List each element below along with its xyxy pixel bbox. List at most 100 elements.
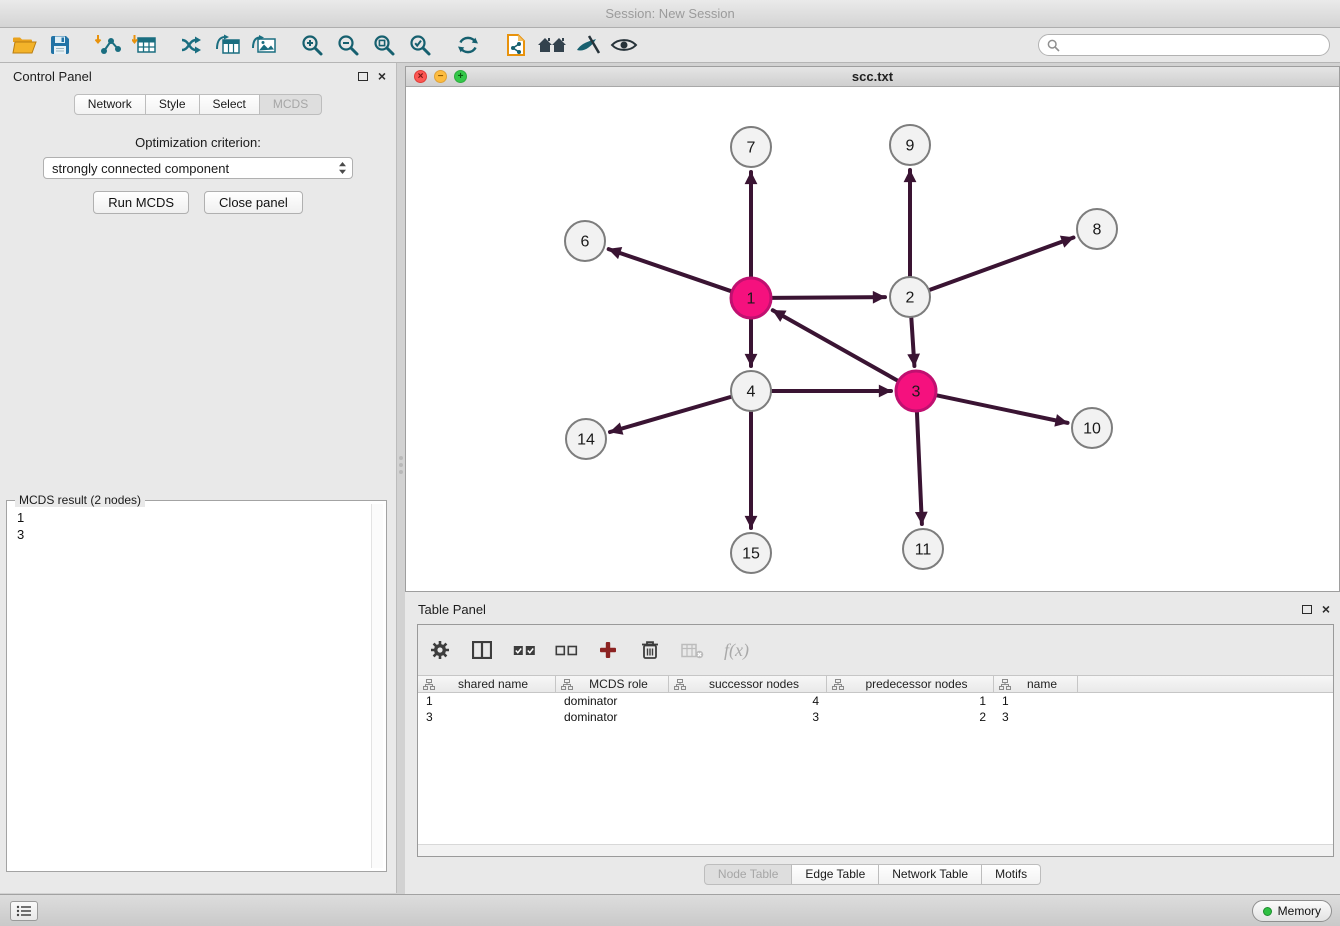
column-header-name[interactable]: name: [994, 676, 1078, 692]
graph-edge-1-6[interactable]: [609, 249, 731, 291]
column-tree-icon: [674, 679, 686, 690]
new-network-table-icon[interactable]: [210, 30, 246, 60]
control-panel-tabs: NetworkStyleSelectMCDS: [0, 94, 396, 115]
graph-node-10[interactable]: 10: [1072, 408, 1112, 448]
tab-mcds[interactable]: MCDS: [260, 94, 322, 115]
column-header-MCDS-role[interactable]: MCDS role: [556, 676, 669, 692]
table-cell: 3: [669, 709, 827, 725]
select-all-columns-icon[interactable]: [510, 637, 538, 663]
tab-motifs[interactable]: Motifs: [982, 864, 1041, 885]
graph-node-7[interactable]: 7: [731, 127, 771, 167]
graph-edge-2-8[interactable]: [930, 238, 1074, 290]
task-list-icon: [16, 905, 32, 917]
graph-node-14[interactable]: 14: [566, 419, 606, 459]
table-container: f(x) shared nameMCDS rolesuccessor nodes…: [417, 624, 1334, 857]
network-graph[interactable]: 7 9 6 8 1 2 4 3 14 10 15 11: [406, 87, 1339, 591]
gear-icon[interactable]: [426, 637, 454, 663]
graph-node-15[interactable]: 15: [731, 533, 771, 573]
graph-edge-3-11[interactable]: [917, 412, 922, 524]
search-input[interactable]: [1065, 38, 1321, 53]
graph-edge-2-3[interactable]: [911, 318, 914, 366]
zoom-in-icon[interactable]: [294, 30, 330, 60]
zoom-out-icon[interactable]: [330, 30, 366, 60]
tab-edge-table[interactable]: Edge Table: [792, 864, 879, 885]
run-mcds-button[interactable]: Run MCDS: [93, 191, 189, 214]
float-panel-icon[interactable]: [358, 72, 368, 81]
open-file-icon[interactable]: [6, 30, 42, 60]
tab-select[interactable]: Select: [200, 94, 260, 115]
table-cell: dominator: [556, 693, 669, 709]
network-window-titlebar: scc.txt × − +: [406, 67, 1339, 87]
table-body: 1dominator4113dominator323: [418, 693, 1333, 725]
svg-text:15: 15: [742, 546, 760, 563]
close-panel-icon[interactable]: ×: [378, 71, 386, 81]
table-cell: 3: [994, 709, 1078, 725]
import-network-icon[interactable]: [90, 30, 126, 60]
tab-style[interactable]: Style: [146, 94, 200, 115]
column-header-successor-nodes[interactable]: successor nodes: [669, 676, 827, 692]
save-session-icon[interactable]: [42, 30, 78, 60]
minimize-window-icon[interactable]: −: [434, 70, 447, 83]
graph-node-9[interactable]: 9: [890, 125, 930, 165]
close-window-icon[interactable]: ×: [414, 70, 427, 83]
column-header-shared-name[interactable]: shared name: [418, 676, 556, 692]
svg-text:9: 9: [906, 138, 915, 155]
table-cell: 4: [669, 693, 827, 709]
control-panel-buttons: Run MCDS Close panel: [0, 191, 396, 214]
eye-icon[interactable]: [606, 30, 642, 60]
svg-text:8: 8: [1093, 222, 1102, 239]
tab-network[interactable]: Network: [74, 94, 146, 115]
result-scrollbar[interactable]: [371, 504, 383, 868]
zoom-window-icon[interactable]: +: [454, 70, 467, 83]
close-panel-button[interactable]: Close panel: [204, 191, 303, 214]
graph-node-3[interactable]: 3: [896, 371, 936, 411]
column-tree-icon: [561, 679, 573, 690]
console-button[interactable]: [10, 901, 38, 921]
function-builder-icon[interactable]: f(x): [724, 640, 749, 661]
status-bar: Memory: [0, 894, 1340, 926]
graph-node-8[interactable]: 8: [1077, 209, 1117, 249]
style-brush-icon[interactable]: [570, 30, 606, 60]
table-cell: 2: [827, 709, 994, 725]
window-titlebar: Session: New Session: [0, 0, 1340, 28]
zoom-selected-icon[interactable]: [402, 30, 438, 60]
column-header-predecessor-nodes[interactable]: predecessor nodes: [827, 676, 994, 692]
table-row[interactable]: 1dominator411: [418, 693, 1333, 709]
control-panel-header: Control Panel ×: [0, 63, 396, 89]
refresh-network-icon[interactable]: [450, 30, 486, 60]
split-panel-icon[interactable]: [468, 637, 496, 663]
mcds-result-content[interactable]: 1 3: [11, 505, 370, 867]
graph-edge-3-1[interactable]: [773, 310, 898, 380]
document-network-icon[interactable]: [498, 30, 534, 60]
table-row[interactable]: 3dominator323: [418, 709, 1333, 725]
close-table-panel-icon[interactable]: ×: [1322, 604, 1330, 614]
float-table-panel-icon[interactable]: [1302, 605, 1312, 614]
deselect-all-columns-icon[interactable]: [552, 637, 580, 663]
add-column-icon[interactable]: [594, 637, 622, 663]
graph-node-6[interactable]: 6: [565, 221, 605, 261]
import-table-icon[interactable]: [126, 30, 162, 60]
graph-node-1[interactable]: 1: [731, 278, 771, 318]
graph-node-2[interactable]: 2: [890, 277, 930, 317]
table-cell: 1: [994, 693, 1078, 709]
window-title: Session: New Session: [605, 6, 734, 21]
graph-edge-1-2[interactable]: [772, 297, 885, 298]
panel-splitter-handle[interactable]: [398, 452, 404, 478]
criterion-dropdown[interactable]: strongly connected component: [43, 157, 353, 179]
zoom-fit-icon[interactable]: [366, 30, 402, 60]
main-toolbar: [0, 28, 1340, 63]
graph-edge-4-14[interactable]: [610, 397, 731, 432]
search-box[interactable]: [1038, 34, 1330, 56]
graph-node-4[interactable]: 4: [731, 371, 771, 411]
double-home-icon[interactable]: [534, 30, 570, 60]
network-canvas[interactable]: 7 9 6 8 1 2 4 3 14 10 15 11: [406, 87, 1339, 591]
tab-node-table[interactable]: Node Table: [704, 864, 793, 885]
graph-node-11[interactable]: 11: [903, 529, 943, 569]
new-network-icon[interactable]: [174, 30, 210, 60]
export-image-icon[interactable]: [246, 30, 282, 60]
trash-icon[interactable]: [636, 637, 664, 663]
table-horizontal-scrollbar[interactable]: [418, 844, 1333, 856]
tab-network-table[interactable]: Network Table: [879, 864, 982, 885]
memory-button[interactable]: Memory: [1252, 900, 1332, 922]
graph-edge-3-10[interactable]: [937, 395, 1068, 423]
